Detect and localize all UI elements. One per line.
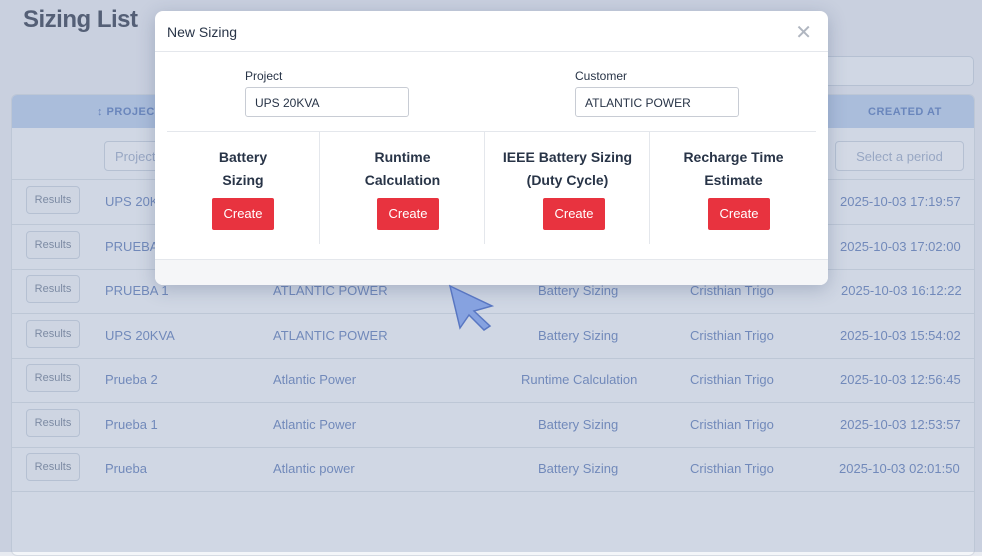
project-label: Project (245, 69, 283, 83)
modal-footer (155, 259, 828, 285)
option-title: IEEE Battery Sizing (Duty Cycle) (485, 146, 650, 192)
option-title-line2: Estimate (704, 172, 763, 188)
option-title-line1: Recharge Time (683, 149, 784, 165)
modal-header: New Sizing ✕ (155, 11, 828, 52)
option-title-line2: Sizing (222, 172, 264, 188)
option-title-line1: Battery (218, 149, 268, 165)
option-title-line1: IEEE Battery Sizing (502, 149, 633, 165)
option-recharge-time-estimate: Recharge Time Estimate Create (649, 132, 817, 244)
create-recharge-time-estimate-button[interactable]: Create (708, 198, 770, 230)
option-ieee-battery-sizing: IEEE Battery Sizing (Duty Cycle) Create (484, 132, 650, 244)
project-field[interactable]: UPS 20KVA (245, 87, 409, 117)
create-runtime-calculation-button[interactable]: Create (377, 198, 439, 230)
option-title: Runtime Calculation (320, 146, 485, 192)
option-title-line1: Runtime (374, 149, 431, 165)
close-icon[interactable]: ✕ (795, 20, 812, 45)
modal-title: New Sizing (167, 24, 238, 40)
option-title: Battery Sizing (167, 146, 319, 192)
customer-field[interactable]: ATLANTIC POWER (575, 87, 739, 117)
create-battery-sizing-button[interactable]: Create (212, 198, 274, 230)
mouse-pointer-icon (448, 284, 495, 331)
option-title: Recharge Time Estimate (650, 146, 817, 192)
sizing-options: Battery Sizing Create Runtime Calculatio… (167, 131, 816, 244)
option-battery-sizing: Battery Sizing Create (167, 132, 319, 244)
option-runtime-calculation: Runtime Calculation Create (319, 132, 485, 244)
customer-label: Customer (575, 69, 628, 83)
new-sizing-modal: New Sizing ✕ Project UPS 20KVA Customer … (155, 11, 828, 285)
option-title-line2: (Duty Cycle) (526, 172, 609, 188)
option-title-line2: Calculation (364, 172, 441, 188)
create-ieee-battery-sizing-button[interactable]: Create (543, 198, 605, 230)
